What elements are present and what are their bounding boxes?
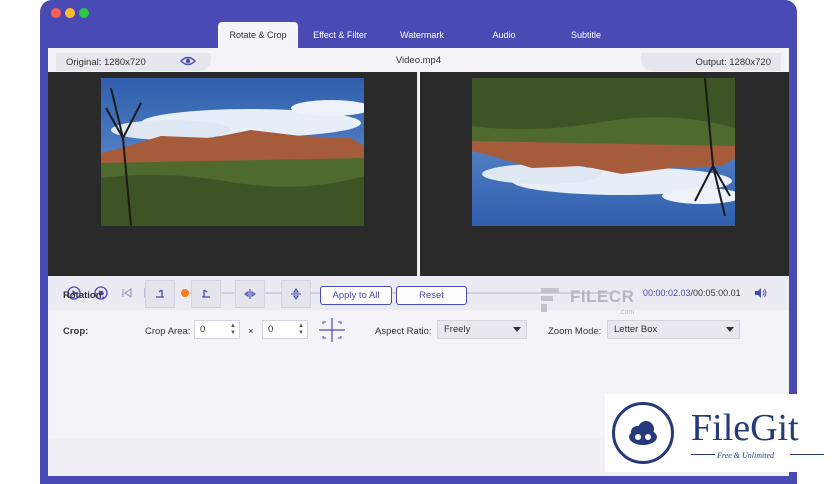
flip-vertical-button[interactable]	[281, 280, 311, 308]
rotation-label: Rotation:	[63, 290, 105, 301]
output-preview	[420, 72, 789, 276]
chevron-down-icon	[726, 327, 734, 332]
aspect-ratio-select[interactable]: Freely	[437, 320, 527, 339]
filegit-tagline: Free & Unlimited	[717, 451, 775, 460]
preview-area	[48, 72, 789, 276]
crop-width-input[interactable]: 0 ▲ ▼	[194, 320, 240, 339]
tab-subtitle[interactable]: Subtitle	[546, 22, 626, 48]
stepper-arrows-icon[interactable]: ▲ ▼	[230, 323, 236, 337]
landscape-image	[101, 78, 364, 226]
apply-to-all-button[interactable]: Apply to All	[320, 286, 392, 305]
original-preview	[48, 72, 417, 276]
crop-area-label: Crop Area:	[145, 326, 191, 337]
rotate-right-icon	[202, 289, 210, 298]
crop-center-icon[interactable]	[319, 318, 345, 342]
zoom-mode-select[interactable]: Letter Box	[607, 320, 740, 339]
tab-watermark[interactable]: Watermark	[382, 22, 462, 48]
tab-bar: Rotate & Crop Effect & Filter Watermark …	[218, 22, 628, 48]
zoom-mode-label: Zoom Mode:	[548, 326, 602, 337]
filecr-logo-icon	[541, 288, 559, 312]
info-bar: Original: 1280x720 Video.mp4 Output: 128…	[48, 48, 789, 72]
output-video-frame	[472, 78, 735, 226]
crop-height-value: 0	[268, 324, 274, 335]
tab-audio[interactable]: Audio	[464, 22, 544, 48]
crop-height-input[interactable]: 0 ▲ ▼	[262, 320, 308, 339]
tab-effect-filter[interactable]: Effect & Filter	[300, 22, 380, 48]
screenshot-canvas: Rotate & Crop Effect & Filter Watermark …	[0, 0, 836, 484]
close-window-button[interactable]	[51, 8, 61, 18]
tab-rotate-crop[interactable]: Rotate & Crop	[218, 22, 298, 48]
chevron-down-icon	[513, 327, 521, 332]
flip-horizontal-button[interactable]	[235, 280, 265, 308]
current-time: 00:00:02.03	[643, 288, 691, 298]
aspect-ratio-label: Aspect Ratio:	[375, 326, 432, 337]
landscape-flipped-image	[472, 78, 735, 226]
flip-vertical-icon	[291, 288, 301, 300]
aspect-ratio-value: Freely	[444, 324, 471, 335]
filecr-watermark: FILECR .com	[537, 282, 647, 322]
total-time: /00:05:00.01	[690, 288, 741, 298]
timecode: 00:00:02.03/00:05:00.01	[643, 288, 741, 298]
crop-label: Crop:	[63, 326, 89, 337]
flip-horizontal-icon	[244, 289, 256, 299]
zoom-mode-value: Letter Box	[614, 324, 658, 335]
stepper-arrows-icon[interactable]: ▲ ▼	[298, 323, 304, 337]
rotate-left-button[interactable]	[145, 280, 175, 308]
filecr-domain: .com	[619, 309, 635, 316]
filegit-rule-right	[790, 454, 824, 455]
timeline-thumb[interactable]	[181, 289, 189, 297]
rotate-right-button[interactable]	[191, 280, 221, 308]
rotate-left-icon	[156, 289, 164, 298]
volume-icon[interactable]	[753, 286, 767, 300]
filegit-name: FileGit	[691, 407, 799, 449]
zoom-window-button[interactable]	[79, 8, 89, 18]
minimize-window-button[interactable]	[65, 8, 75, 18]
output-resolution: Output: 1280x720	[641, 53, 781, 71]
filecr-text: FILECR	[570, 287, 635, 306]
times-symbol: ×	[248, 326, 254, 337]
crop-width-value: 0	[200, 324, 206, 335]
filegit-watermark: FileGit Free & Unlimited	[605, 394, 836, 472]
filegit-logo-icon	[612, 402, 674, 464]
reset-button[interactable]: Reset	[396, 286, 467, 305]
filegit-rule-left	[691, 454, 715, 455]
original-video-frame	[101, 78, 364, 226]
skip-back-icon[interactable]	[120, 286, 134, 300]
